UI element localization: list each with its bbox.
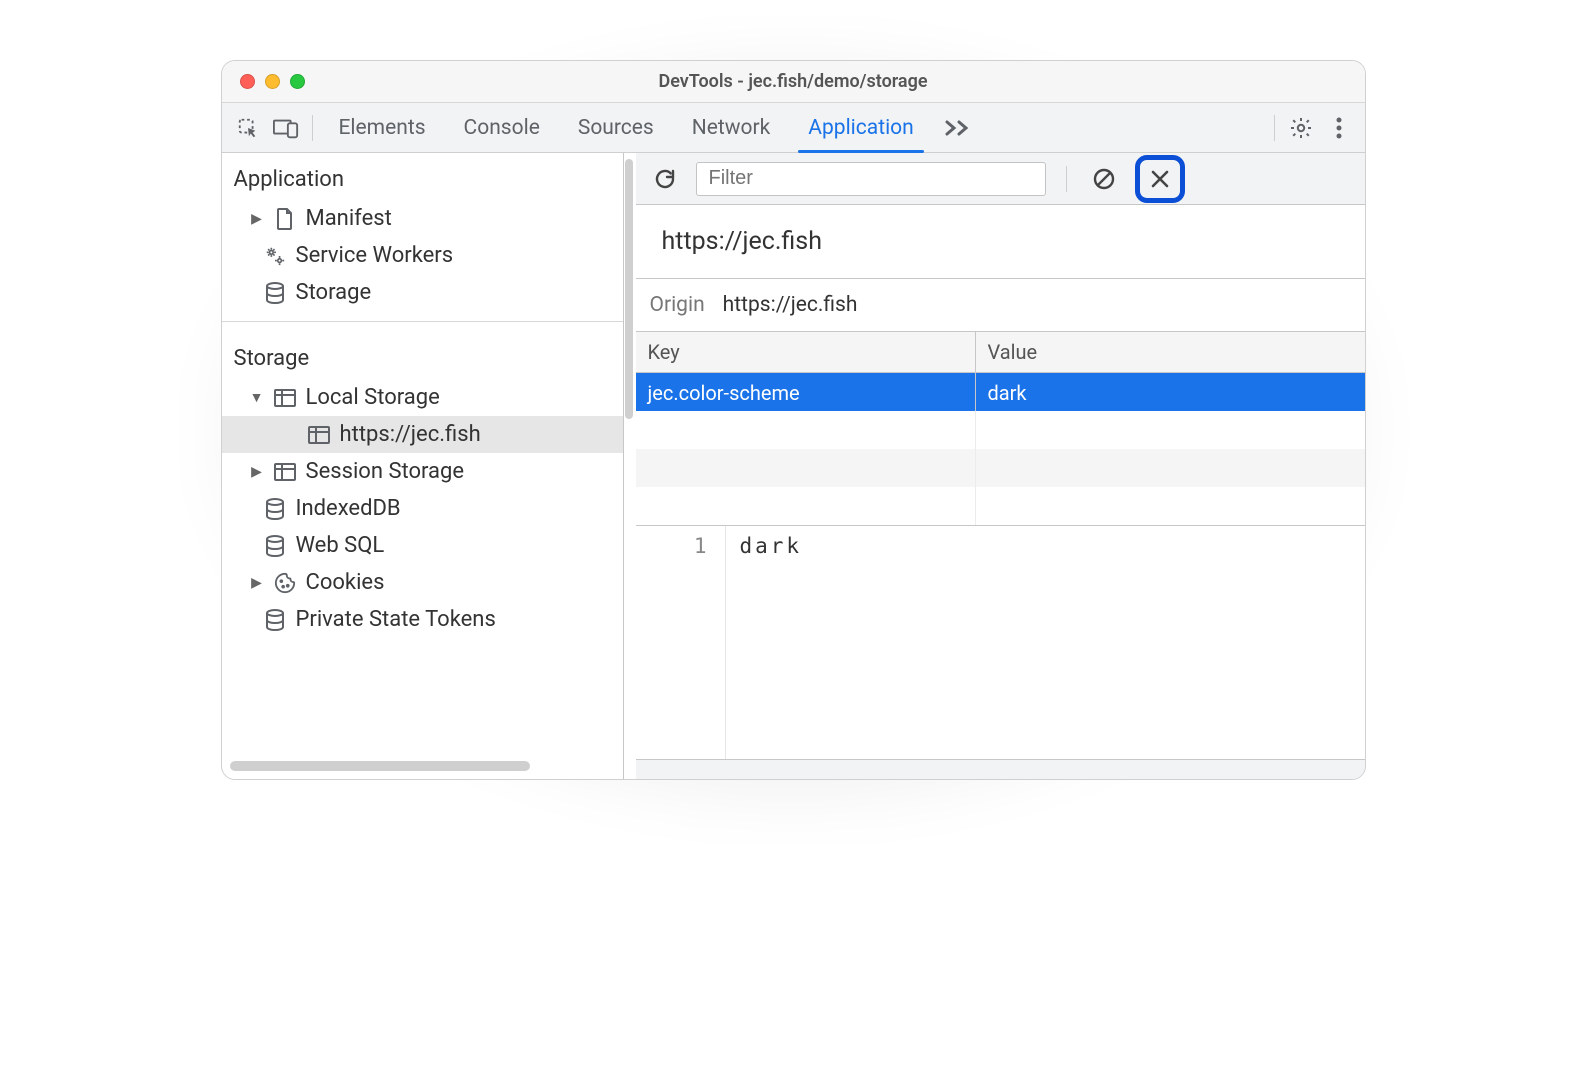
origin-label: Origin bbox=[650, 293, 705, 317]
column-header-key[interactable]: Key bbox=[636, 332, 976, 372]
chevron-right-icon: ▶ bbox=[250, 575, 264, 591]
cell-key[interactable] bbox=[636, 411, 976, 449]
delete-selected-button[interactable] bbox=[1143, 162, 1177, 196]
file-icon bbox=[274, 208, 296, 230]
chevron-down-icon: ▼ bbox=[250, 389, 264, 406]
sidebar-item-label: Service Workers bbox=[296, 243, 454, 268]
clear-all-button[interactable] bbox=[1087, 162, 1121, 196]
viewer-line-number: 1 bbox=[636, 526, 726, 759]
table-row[interactable] bbox=[636, 411, 1365, 449]
tab-sources[interactable]: Sources bbox=[560, 103, 672, 152]
sidebar-horizontal-scrollbar[interactable] bbox=[230, 761, 615, 777]
sidebar-item-label: Manifest bbox=[306, 206, 392, 231]
storage-heading: https://jec.fish bbox=[636, 205, 1365, 279]
column-header-value[interactable]: Value bbox=[976, 332, 1365, 372]
cell-value[interactable] bbox=[976, 411, 1365, 449]
filter-input[interactable] bbox=[707, 166, 1035, 191]
storage-panel: https://jec.fish Origin https://jec.fish… bbox=[636, 153, 1365, 779]
database-icon bbox=[264, 535, 286, 557]
refresh-button[interactable] bbox=[648, 162, 682, 196]
sidebar-item-local-storage-origin[interactable]: https://jec.fish bbox=[222, 416, 623, 453]
sidebar-vertical-scrollbar[interactable] bbox=[623, 153, 635, 779]
cell-key[interactable]: jec.color-scheme bbox=[636, 373, 976, 411]
cell-value[interactable] bbox=[976, 449, 1365, 487]
cell-value[interactable] bbox=[976, 487, 1365, 525]
storage-toolbar bbox=[636, 153, 1365, 205]
database-icon bbox=[264, 282, 286, 304]
window-close-button[interactable] bbox=[240, 74, 255, 89]
tab-application[interactable]: Application bbox=[790, 103, 931, 152]
sidebar-item-storage[interactable]: Storage bbox=[222, 274, 623, 311]
sidebar-item-service-workers[interactable]: Service Workers bbox=[222, 237, 623, 274]
inspect-element-icon[interactable] bbox=[230, 110, 266, 146]
table-row[interactable]: jec.color-scheme dark bbox=[636, 373, 1365, 411]
tab-elements[interactable]: Elements bbox=[321, 103, 444, 152]
delete-selected-highlight bbox=[1135, 155, 1185, 203]
more-options-icon[interactable] bbox=[1321, 110, 1357, 146]
cell-key[interactable] bbox=[636, 449, 976, 487]
sidebar-item-label: Local Storage bbox=[306, 385, 440, 410]
sidebar-item-label: Cookies bbox=[306, 570, 385, 595]
tab-strip: Elements Console Sources Network Applica… bbox=[222, 103, 1365, 153]
settings-icon[interactable] bbox=[1283, 110, 1319, 146]
separator bbox=[1274, 115, 1275, 141]
table-icon bbox=[308, 424, 330, 446]
sidebar-item-label: Web SQL bbox=[296, 533, 385, 558]
cell-key[interactable] bbox=[636, 487, 976, 525]
titlebar: DevTools - jec.fish/demo/storage bbox=[222, 61, 1365, 103]
sidebar-item-label: Private State Tokens bbox=[296, 607, 496, 632]
sidebar-item-manifest[interactable]: ▶ Manifest bbox=[222, 200, 623, 237]
cookie-icon bbox=[274, 572, 296, 594]
separator bbox=[312, 115, 313, 141]
sidebar-item-private-state-tokens[interactable]: Private State Tokens bbox=[222, 601, 623, 638]
table-row[interactable] bbox=[636, 449, 1365, 487]
sidebar-item-websql[interactable]: Web SQL bbox=[222, 527, 623, 564]
cell-value[interactable]: dark bbox=[976, 373, 1365, 411]
sidebar-item-cookies[interactable]: ▶ Cookies bbox=[222, 564, 623, 601]
sidebar-item-local-storage[interactable]: ▼ Local Storage bbox=[222, 379, 623, 416]
devtools-window: DevTools - jec.fish/demo/storage Element… bbox=[221, 60, 1366, 780]
window-minimize-button[interactable] bbox=[265, 74, 280, 89]
sidebar-item-label: IndexedDB bbox=[296, 496, 401, 521]
window-title: DevTools - jec.fish/demo/storage bbox=[222, 71, 1365, 92]
chevron-right-icon: ▶ bbox=[250, 464, 264, 480]
table-row[interactable] bbox=[636, 487, 1365, 525]
origin-row: Origin https://jec.fish bbox=[636, 279, 1365, 332]
value-viewer: 1 dark bbox=[636, 526, 1365, 759]
database-icon bbox=[264, 498, 286, 520]
database-icon bbox=[264, 609, 286, 631]
sidebar-group-storage: Storage bbox=[222, 332, 623, 379]
sidebar-item-session-storage[interactable]: ▶ Session Storage bbox=[222, 453, 623, 490]
sidebar-item-label: https://jec.fish bbox=[340, 422, 481, 447]
gears-icon bbox=[264, 245, 286, 267]
sidebar-item-indexeddb[interactable]: IndexedDB bbox=[222, 490, 623, 527]
device-toolbar-icon[interactable] bbox=[268, 110, 304, 146]
tab-console[interactable]: Console bbox=[446, 103, 558, 152]
sidebar-group-application: Application bbox=[222, 153, 623, 200]
table-icon bbox=[274, 461, 296, 483]
viewer-value: dark bbox=[726, 526, 817, 759]
sidebar-item-label: Session Storage bbox=[306, 459, 465, 484]
application-sidebar: Application ▶ Manifest Se bbox=[222, 153, 624, 779]
sidebar-item-label: Storage bbox=[296, 280, 372, 305]
origin-value: https://jec.fish bbox=[723, 293, 858, 317]
chevron-right-icon: ▶ bbox=[250, 211, 264, 227]
filter-input-wrapper bbox=[696, 162, 1046, 196]
separator bbox=[1066, 166, 1067, 192]
window-zoom-button[interactable] bbox=[290, 74, 305, 89]
panel-footer bbox=[636, 759, 1365, 779]
tab-network[interactable]: Network bbox=[674, 103, 789, 152]
tabs-overflow-button[interactable] bbox=[934, 103, 982, 152]
storage-table: Key Value jec.color-scheme dark bbox=[636, 332, 1365, 526]
table-icon bbox=[274, 387, 296, 409]
